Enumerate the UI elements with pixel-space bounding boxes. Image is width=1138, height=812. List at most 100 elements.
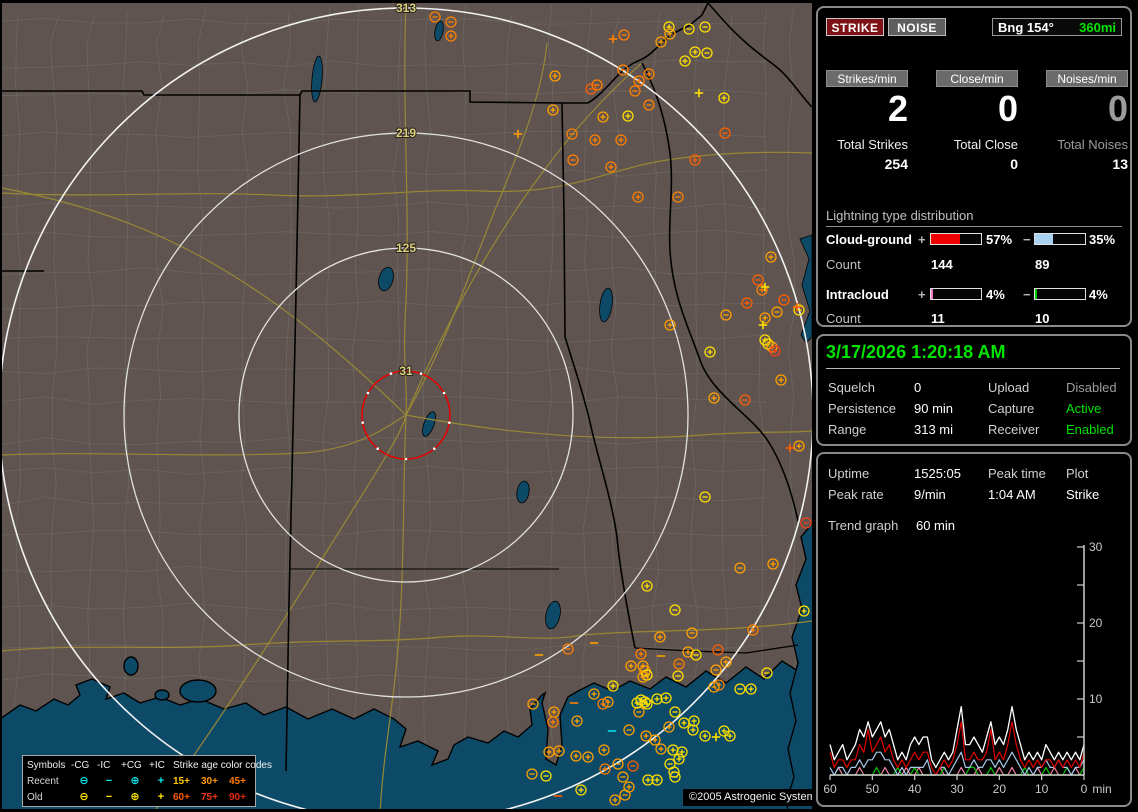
counters-box: STRIKE NOISE Bng 154° 360mi Strikes/min … xyxy=(816,6,1132,327)
age-30: 30+ xyxy=(201,774,229,790)
persistence-label: Persistence xyxy=(828,401,914,416)
bearing-value: Bng 154° xyxy=(998,20,1054,35)
legend-old-label: Old xyxy=(27,790,71,806)
status-grid: Squelch 0 Upload Disabled Persistence 90… xyxy=(828,380,1124,437)
legend-header-ic-neg: -IC xyxy=(97,758,121,774)
upload-label: Upload xyxy=(988,380,1066,395)
capture-label: Capture xyxy=(988,401,1066,416)
svg-text:10: 10 xyxy=(1035,782,1049,796)
svg-text:0: 0 xyxy=(1081,782,1088,796)
peak-rate-label: Peak rate xyxy=(828,487,914,502)
cg-pos-old-icon: ⊕ xyxy=(121,790,149,806)
age-90: 90+ xyxy=(229,790,257,806)
minus-sign: − xyxy=(1023,232,1031,247)
count-label: Count xyxy=(826,257,861,272)
ic-pos-pct: 4% xyxy=(986,287,1005,302)
cg-neg-pct: 35% xyxy=(1089,232,1115,247)
trend-period-row: Trend graph 60 min xyxy=(828,518,955,533)
svg-text:40: 40 xyxy=(908,782,922,796)
plot-value: Strike xyxy=(1066,487,1124,502)
svg-text:20: 20 xyxy=(993,782,1007,796)
capture-status: Active xyxy=(1066,401,1124,416)
persistence-value: 90 min xyxy=(914,401,988,416)
upload-status: Disabled xyxy=(1066,380,1124,395)
ic-pos-old-icon: + xyxy=(149,790,173,806)
strikes-per-min-chip[interactable]: Strikes/min xyxy=(826,70,908,87)
bearing-readout: Bng 154° 360mi xyxy=(992,18,1122,36)
total-strikes-label: Total Strikes xyxy=(822,137,908,152)
svg-text:313: 313 xyxy=(396,3,416,15)
lightning-map[interactable]: 313 219 125 31 Symbols -CG -IC +CG +IC Stri… xyxy=(2,3,812,809)
total-noises-label: Total Noises xyxy=(1042,137,1128,152)
svg-text:30: 30 xyxy=(950,782,964,796)
map-legend: Symbols -CG -IC +CG +IC Strike age color… xyxy=(22,755,256,807)
squelch-label: Squelch xyxy=(828,380,914,395)
status-box: 3/17/2026 1:20:18 AM Squelch 0 Upload Di… xyxy=(816,334,1132,446)
uptime-grid: Uptime 1525:05 Peak time Plot Peak rate … xyxy=(828,466,1124,502)
svg-text:10: 10 xyxy=(1089,692,1103,706)
legend-recent-label: Recent xyxy=(27,774,71,790)
cg-neg-old-icon: ⊖ xyxy=(71,790,97,806)
svg-text:60: 60 xyxy=(824,782,837,796)
close-per-min-chip[interactable]: Close/min xyxy=(936,70,1018,87)
plot-label: Plot xyxy=(1066,466,1124,481)
range-value: 313 mi xyxy=(914,422,988,437)
svg-text:31: 31 xyxy=(399,364,413,378)
legend-header-cg-pos: +CG xyxy=(121,758,149,774)
receiver-status: Enabled xyxy=(1066,422,1124,437)
ic-neg-bar xyxy=(1034,288,1086,300)
map-canvas: 313 219 125 31 xyxy=(2,3,812,809)
status-panel: STRIKE NOISE Bng 154° 360mi Strikes/min … xyxy=(812,0,1138,812)
cg-pos-pct: 57% xyxy=(986,232,1012,247)
ic-neg-count: 10 xyxy=(1035,311,1049,326)
cg-pos-bar xyxy=(930,233,982,245)
cg-neg-recent-icon: ⊖ xyxy=(71,774,97,790)
noise-mode-button[interactable]: NOISE xyxy=(888,18,946,36)
total-close-value: 0 xyxy=(932,156,1018,172)
cloud-ground-row: Cloud-ground + 57% − 35% xyxy=(818,232,1130,246)
cg-neg-bar xyxy=(1034,233,1086,245)
total-close-label: Total Close xyxy=(932,137,1018,152)
noises-per-min-chip[interactable]: Noises/min xyxy=(1046,70,1128,87)
svg-text:30: 30 xyxy=(1089,540,1103,554)
count-label: Count xyxy=(826,311,861,326)
ic-pos-bar xyxy=(930,288,982,300)
ic-neg-recent-icon: − xyxy=(97,774,121,790)
legend-header-ic-pos: +IC xyxy=(149,758,173,774)
peak-time-value: 1:04 AM xyxy=(988,487,1066,502)
uptime-label: Uptime xyxy=(828,466,914,481)
distribution-title: Lightning type distribution xyxy=(826,208,1122,227)
peak-rate-value: 9/min xyxy=(914,487,988,502)
app-window: { "header": { "strike_btn": "STRIKE", "n… xyxy=(0,0,1138,812)
age-60: 60+ xyxy=(173,790,201,806)
strike-mode-button[interactable]: STRIKE xyxy=(826,18,884,36)
age-45: 45+ xyxy=(229,774,257,790)
trend-graph: 10 20 30 60 50 40 30 20 10 0 min xyxy=(824,538,1124,800)
receiver-label: Receiver xyxy=(988,422,1066,437)
datetime-display: 3/17/2026 1:20:18 AM xyxy=(826,342,1120,369)
trend-graph-value: 60 min xyxy=(916,518,955,533)
intracloud-label: Intracloud xyxy=(826,287,889,302)
svg-text:125: 125 xyxy=(396,241,416,255)
uptime-value: 1525:05 xyxy=(914,466,988,481)
legend-header-cg-neg: -CG xyxy=(71,758,97,774)
minus-sign: − xyxy=(1023,287,1031,302)
svg-text:50: 50 xyxy=(866,782,880,796)
cg-pos-count: 144 xyxy=(931,257,953,272)
legend-header-symbols: Symbols xyxy=(27,758,71,774)
copyright-text: ©2005 Astrogenic Systems xyxy=(683,789,812,806)
ic-pos-count: 11 xyxy=(931,311,945,326)
ic-neg-old-icon: − xyxy=(97,790,121,806)
squelch-value: 0 xyxy=(914,380,988,395)
svg-text:219: 219 xyxy=(396,126,416,140)
age-75: 75+ xyxy=(201,790,229,806)
svg-text:min: min xyxy=(1092,782,1111,796)
legend-header-age: Strike age color codes xyxy=(173,758,257,774)
trend-graph-label: Trend graph xyxy=(828,518,898,533)
ic-pos-recent-icon: + xyxy=(149,774,173,790)
strikes-per-min-value: 2 xyxy=(822,88,908,130)
close-per-min-value: 0 xyxy=(932,88,1018,130)
svg-text:20: 20 xyxy=(1089,616,1103,630)
ic-neg-pct: 4% xyxy=(1089,287,1108,302)
intracloud-row: Intracloud + 4% − 4% xyxy=(818,287,1130,301)
